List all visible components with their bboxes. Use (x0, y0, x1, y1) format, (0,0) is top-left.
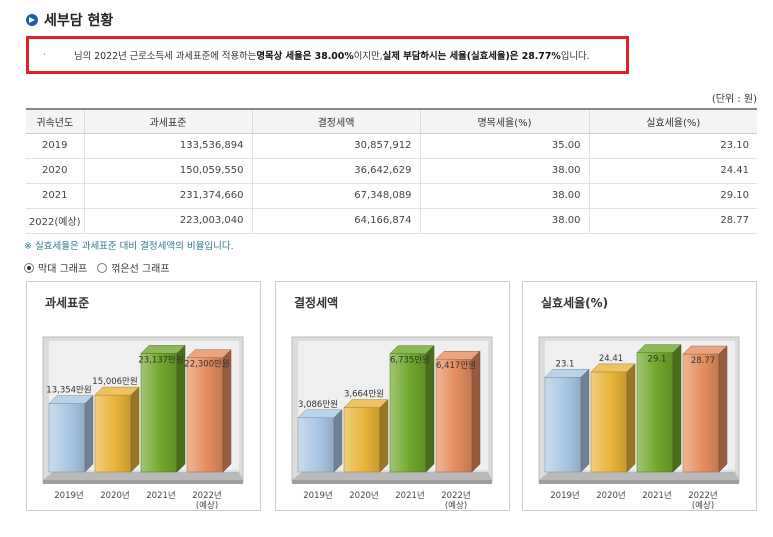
category-label: 2022년 (688, 490, 717, 501)
bar-value-label: 28.77 (691, 356, 715, 366)
cell-determined-tax: 67,348,089 (251, 183, 420, 209)
chart-bar (94, 386, 140, 473)
summary-text-2: 이지만, (353, 51, 383, 62)
chart-tax-base: 13,354만원 2019년 15,006만원 2020년 23,137만원 2021년 2… (42, 336, 244, 511)
bar-value-label: 6,735만원 (390, 356, 430, 366)
category-label: 2021년 (642, 490, 671, 501)
bar-value-label: 15,006만원 (92, 377, 137, 387)
line-graph-radio[interactable] (97, 262, 108, 273)
category-label: (예상) (196, 500, 218, 511)
category-label: (예상) (445, 500, 467, 511)
cell-determined-tax: 30,857,912 (251, 133, 420, 159)
chart-bar (48, 394, 94, 473)
summary-box: · 님의 2022년 근로소득세 과세표준에 적용하는 명목상 세율은 38.0… (26, 36, 629, 74)
bar-graph-label[interactable]: 막대 그래프 (38, 260, 87, 275)
col-header-effective-rate: 실효세율(%) (588, 108, 757, 134)
bar-value-label: 29.1 (648, 355, 667, 365)
category-label: 2021년 (395, 490, 424, 501)
chart-effective-rate: 23.1 2019년 24.41 2020년 29.1 2021년 28.77 2022년(예… (538, 336, 740, 511)
cell-effective-rate: 28.77 (588, 208, 757, 234)
category-label: 2019년 (54, 490, 83, 501)
category-label: 2020년 (596, 490, 625, 501)
cell-effective-rate: 23.10 (588, 133, 757, 159)
bar-value-label: 6,417만원 (436, 361, 476, 371)
cell-nominal-rate: 38.00 (419, 183, 589, 209)
summary-nominal-rate: 명목상 세율은 38.00% (256, 51, 354, 62)
cell-year: 2020 (26, 158, 84, 184)
summary-effective-rate: 실제 부담하시는 세율(실효세율)은 28.77% (382, 51, 561, 62)
bar-value-label: 13,354만원 (46, 386, 91, 396)
chart-bar (343, 399, 389, 473)
cell-year: 2022(예상) (26, 208, 84, 234)
category-label: 2020년 (100, 490, 129, 501)
arrow-circle-icon (26, 14, 38, 26)
cell-effective-rate: 24.41 (588, 158, 757, 184)
table-header-row: 귀속년도 과세표준 결정세액 명목세율(%) 실효세율(%) (26, 108, 757, 134)
summary-text-3: 입니다. (560, 51, 590, 62)
col-header-year: 귀속년도 (26, 108, 84, 134)
chart-bar (544, 368, 590, 473)
cell-year: 2019 (26, 133, 84, 159)
cell-nominal-rate: 38.00 (419, 158, 589, 184)
chart-panel-tax-base: 과세표준 13,354만원 2019년 15,006만원 2020년 23,137만원 2… (26, 281, 261, 511)
cell-nominal-rate: 38.00 (419, 208, 589, 234)
category-label: (예상) (692, 500, 714, 511)
bar-value-label: 23,137만원 (138, 355, 183, 365)
category-label: 2019년 (303, 490, 332, 501)
chart-determined-tax: 3,086만원 2019년 3,664만원 2020년 6,735만원 2021년 6,41… (291, 336, 493, 511)
graph-type-toggle: 막대 그래프 꺾은선 그래프 (24, 260, 176, 275)
cell-effective-rate: 29.10 (588, 183, 757, 209)
bar-value-label: 24.41 (599, 354, 623, 364)
table-row: 2021 231,374,660 67,348,089 38.00 29.10 (26, 183, 757, 209)
col-header-nominal-rate: 명목세율(%) (419, 108, 589, 134)
category-label: 2019년 (550, 490, 579, 501)
chart-bar (590, 363, 636, 473)
cell-tax-base: 150,059,550 (83, 158, 252, 184)
summary-bullet: · (43, 49, 46, 61)
table-row: 2019 133,536,894 30,857,912 35.00 23.10 (26, 133, 757, 159)
bar-value-label: 23.1 (556, 359, 575, 369)
chart-panel-determined-tax: 결정세액 3,086만원 2019년 3,664만원 2020년 6,735만원 2021… (275, 281, 510, 511)
table-row: 2022(예상) 223,003,040 64,166,874 38.00 28… (26, 208, 757, 234)
category-label: 2022년 (192, 490, 221, 501)
line-graph-label[interactable]: 꺾은선 그래프 (111, 260, 169, 275)
category-label: 2020년 (349, 490, 378, 501)
cell-tax-base: 133,536,894 (83, 133, 252, 159)
table-row: 2020 150,059,550 36,642,629 38.00 24.41 (26, 158, 757, 184)
chart-panel-effective-rate: 실효세율(%) 23.1 2019년 24.41 2020년 29.1 2021년 28.7… (522, 281, 757, 511)
cell-tax-base: 223,003,040 (83, 208, 252, 234)
section-header: 세부담 현황 (26, 10, 113, 30)
cell-determined-tax: 36,642,629 (251, 158, 420, 184)
cell-tax-base: 231,374,660 (83, 183, 252, 209)
bar-graph-radio[interactable] (24, 262, 34, 273)
cell-year: 2021 (26, 183, 84, 209)
summary-text-1: 님의 2022년 근로소득세 과세표준에 적용하는 (73, 51, 257, 62)
col-header-tax-base: 과세표준 (83, 108, 252, 134)
tax-burden-table: 귀속년도 과세표준 결정세액 명목세율(%) 실효세율(%) 2019 133,… (26, 108, 757, 234)
chart-bar (297, 409, 343, 473)
bar-value-label: 3,664만원 (344, 390, 384, 400)
cell-determined-tax: 64,166,874 (251, 208, 420, 234)
bar-value-label: 22,300만원 (184, 360, 229, 370)
bar-value-label: 3,086만원 (298, 400, 338, 410)
category-label: 2022년 (441, 490, 470, 501)
footnote: ※ 실효세율은 과세표준 대비 결정세액의 비율입니다. (24, 241, 234, 252)
page-title: 세부담 현황 (44, 13, 114, 29)
category-label: 2021년 (146, 490, 175, 501)
cell-nominal-rate: 35.00 (419, 133, 589, 159)
unit-note: (단위 : 원) (711, 94, 757, 105)
col-header-determined-tax: 결정세액 (251, 108, 420, 134)
